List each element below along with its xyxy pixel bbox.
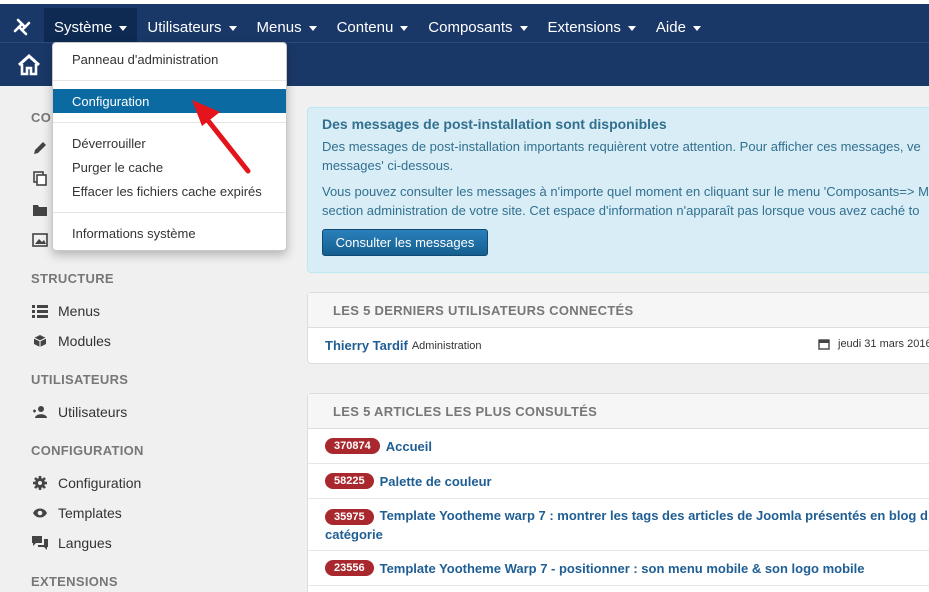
nav-systeme[interactable]: Système [44,8,138,46]
joomla-logo-icon[interactable] [0,8,44,46]
menu-item-clear-expired-cache[interactable]: Effacer les fichiers cache expirés [53,179,286,203]
sidebar-item-users[interactable]: Utilisateurs [31,404,127,420]
menu-item-unlock[interactable]: Déverrouiller [53,131,286,155]
chevron-down-icon [519,25,528,31]
user-icon [31,404,49,420]
sidebar-heading-structure: STRUCTURE [31,271,114,286]
copy-icon[interactable] [31,170,49,186]
article-link[interactable]: Template Yootheme warp 7 : montrer les t… [380,508,928,523]
nav-menus[interactable]: Menus [247,8,327,46]
sidebar-heading-extensions: EXTENSIONS [31,574,118,589]
sidebar-item-label: Modules [58,333,111,349]
sidebar-item-templates[interactable]: Templates [31,505,122,521]
menu-divider [53,122,286,123]
sidebar-item-label: Langues [58,535,112,551]
alert-text-line: Vous pouvez consulter les messages à n'i… [322,184,929,199]
table-row: 370874 Accueil [308,429,929,464]
article-link-continued[interactable]: catégorie [325,527,929,542]
list-icon [31,303,49,319]
table-row: 35975 Template Yootheme warp 7 : montrer … [308,499,929,551]
alert-text-line: section administration de votre site. Ce… [322,203,920,218]
menu-item-purge-cache[interactable]: Purger le cache [53,155,286,179]
alert-text-line: messages' ci-dessous. [322,158,454,173]
nav-utilisateurs[interactable]: Utilisateurs [137,8,246,46]
home-icon[interactable] [14,50,44,80]
nav-composants[interactable]: Composants [418,8,537,46]
sidebar-heading-partial: CO [31,110,52,125]
pencil-icon[interactable] [31,140,49,156]
hits-badge: 23556 [325,560,374,576]
panel-title: LES 5 ARTICLES LES PLUS CONSULTÉS [308,394,929,429]
sidebar-item-menus[interactable]: Menus [31,303,100,319]
cube-icon [31,333,49,349]
calendar-icon [818,339,830,350]
chevron-down-icon [119,25,128,31]
chevron-down-icon [308,25,317,31]
chevron-down-icon [400,25,409,31]
hits-badge: 370874 [325,438,380,454]
table-row: 23556 Template Yootheme Warp 7 - positio… [308,551,929,586]
sidebar-item-label: Configuration [58,475,142,491]
table-row: Thierry Tardif Administration jeudi 31 m… [308,328,929,363]
nav-aide[interactable]: Aide [646,8,711,46]
article-link[interactable]: Accueil [386,439,432,454]
alert-title: Des messages de post-installation sont d… [322,116,667,132]
top-navbar: Système Utilisateurs Menus Contenu Compo… [0,0,929,46]
sidebar-heading-configuration: CONFIGURATION [31,443,144,458]
alert-text-line: Des messages de post-installation import… [322,139,921,154]
hits-badge: 58225 [325,473,374,489]
logged-users-panel: LES 5 DERNIERS UTILISATEURS CONNECTÉS Th… [307,292,929,364]
menu-divider [53,212,286,213]
login-date: jeudi 31 mars 2016 [818,338,929,350]
menu-item-system-info[interactable]: Informations système [53,221,286,245]
sidebar-heading-users: UTILISATEURS [31,372,129,387]
chevron-down-icon [228,25,237,31]
user-link[interactable]: Thierry Tardif [325,338,408,353]
panel-title: LES 5 DERNIERS UTILISATEURS CONNECTÉS [308,293,929,328]
sidebar-item-configuration[interactable]: Configuration [31,475,141,491]
folder-icon[interactable] [31,202,49,218]
menu-item-configuration[interactable]: Configuration [53,89,286,113]
systeme-dropdown-menu: Panneau d'administration Configuration D… [52,42,287,251]
view-messages-button[interactable]: Consulter les messages [322,229,488,256]
chevron-down-icon [627,25,636,31]
nav-extensions[interactable]: Extensions [538,8,646,46]
comments-icon [31,535,49,551]
sidebar-item-label: Menus [58,303,101,319]
sidebar-item-label: Templates [58,505,122,521]
post-install-alert: Des messages de post-installation sont d… [307,107,929,273]
article-link[interactable]: Palette de couleur [380,474,492,489]
article-link[interactable]: Template Yootheme Warp 7 - positionner :… [380,561,865,576]
table-row: 58225 Palette de couleur [308,464,929,499]
menu-divider [53,80,286,81]
image-icon[interactable] [31,232,49,248]
gear-icon [31,475,49,491]
chevron-down-icon [692,25,701,31]
hits-badge: 35975 [325,509,374,525]
menu-item-admin-panel[interactable]: Panneau d'administration [53,47,286,71]
sidebar-item-languages[interactable]: Langues [31,535,112,551]
eye-icon [31,505,49,521]
sidebar-item-label: Utilisateurs [58,404,128,420]
nav-contenu[interactable]: Contenu [327,8,419,46]
popular-articles-panel: LES 5 ARTICLES LES PLUS CONSULTÉS 370874… [307,393,929,592]
user-role: Administration [411,339,482,352]
sidebar-item-modules[interactable]: Modules [31,333,111,349]
